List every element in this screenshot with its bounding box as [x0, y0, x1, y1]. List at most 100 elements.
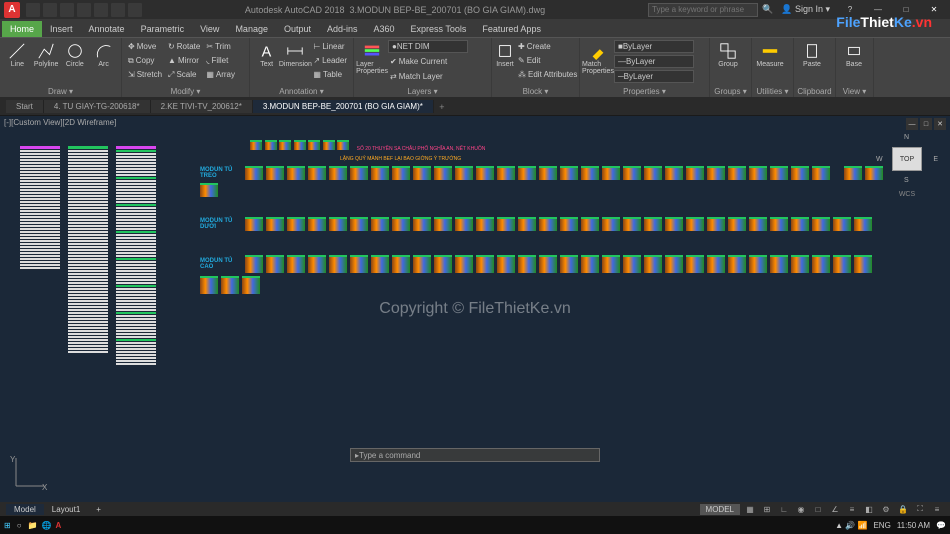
text-button[interactable]: AText	[254, 40, 279, 68]
scale-button[interactable]: ⤢ Scale	[166, 68, 202, 81]
search-input[interactable]	[648, 3, 758, 17]
fillet-button[interactable]: ◟ Fillet	[204, 54, 237, 67]
panel-title-block[interactable]: Block ▾	[492, 87, 579, 96]
workspace-icon[interactable]: ⚙	[879, 503, 893, 515]
dimension-button[interactable]: Dimension	[281, 40, 309, 68]
tray-lang[interactable]: ENG	[873, 521, 890, 530]
tab-parametric[interactable]: Parametric	[133, 21, 193, 37]
lineweight-toggle-icon[interactable]: ≡	[845, 503, 859, 515]
drawing-viewport[interactable]: [-][Custom View][2D Wireframe] — □ ✕ N S…	[0, 116, 950, 502]
vp-maximize[interactable]: □	[920, 118, 932, 130]
layer-properties-button[interactable]: Layer Properties	[358, 40, 386, 75]
status-model-badge[interactable]: MODEL	[700, 504, 740, 515]
insert-button[interactable]: Insert	[496, 40, 514, 68]
panel-title-clipboard[interactable]: Clipboard	[794, 87, 835, 96]
lineweight-dropdown[interactable]: — ByLayer	[614, 55, 694, 68]
tab-a360[interactable]: A360	[366, 21, 403, 37]
tray-clock[interactable]: 11:50 AM	[897, 521, 930, 530]
move-button[interactable]: ✥ Move	[126, 40, 164, 53]
signin-button[interactable]: 👤 Sign In ▾	[777, 4, 834, 15]
taskbar-app-2[interactable]: 🌐	[42, 521, 52, 530]
polyline-button[interactable]: Polyline	[33, 40, 60, 68]
undo-icon[interactable]	[111, 3, 125, 17]
grid-toggle-icon[interactable]: ▦	[743, 503, 757, 515]
transparency-icon[interactable]: ◧	[862, 503, 876, 515]
ortho-toggle-icon[interactable]: ∟	[777, 503, 791, 515]
taskbar-search-icon[interactable]: ○	[17, 521, 22, 530]
layer-dropdown[interactable]: ● NET DIM	[388, 40, 468, 53]
panel-title-annotation[interactable]: Annotation ▾	[250, 87, 353, 96]
add-layout-button[interactable]: +	[88, 504, 109, 515]
vp-minimize[interactable]: —	[906, 118, 918, 130]
new-tab-button[interactable]: +	[434, 102, 450, 112]
open-icon[interactable]	[43, 3, 57, 17]
otrack-toggle-icon[interactable]: ∠	[828, 503, 842, 515]
tab-featured[interactable]: Featured Apps	[474, 21, 549, 37]
osnap-toggle-icon[interactable]: □	[811, 503, 825, 515]
tab-express[interactable]: Express Tools	[403, 21, 475, 37]
polar-toggle-icon[interactable]: ◉	[794, 503, 808, 515]
stretch-button[interactable]: ⇲ Stretch	[126, 68, 164, 81]
viewport-label[interactable]: [-][Custom View][2D Wireframe]	[4, 118, 116, 127]
tab-output[interactable]: Output	[276, 21, 319, 37]
search-icon[interactable]: 🔍	[762, 4, 773, 15]
edit-block-button[interactable]: ✎ Edit	[516, 54, 579, 67]
panel-title-layers[interactable]: Layers ▾	[354, 87, 491, 96]
circle-button[interactable]: Circle	[62, 40, 89, 68]
cube-north[interactable]: N	[904, 134, 909, 141]
plot-icon[interactable]	[94, 3, 108, 17]
tab-addins[interactable]: Add-ins	[319, 21, 366, 37]
taskbar-autocad-icon[interactable]: A	[55, 521, 61, 530]
mirror-button[interactable]: ▲ Mirror	[166, 54, 202, 67]
match-layer-button[interactable]: ⇄ Match Layer	[388, 70, 468, 83]
make-current-button[interactable]: ✔ Make Current	[388, 55, 468, 68]
trim-button[interactable]: ✂ Trim	[204, 40, 237, 53]
linear-button[interactable]: ⊢ Linear	[311, 40, 349, 53]
panel-title-view[interactable]: View ▾	[836, 87, 873, 96]
panel-title-groups[interactable]: Groups ▾	[710, 87, 751, 96]
save-icon[interactable]	[60, 3, 74, 17]
linetype-dropdown[interactable]: ─ ByLayer	[614, 70, 694, 83]
table-button[interactable]: ▦ Table	[311, 68, 349, 81]
saveas-icon[interactable]	[77, 3, 91, 17]
new-icon[interactable]	[26, 3, 40, 17]
annotation-scale-icon[interactable]: 🔒	[896, 503, 910, 515]
customize-icon[interactable]: ≡	[930, 503, 944, 515]
paste-button[interactable]: Paste	[798, 40, 826, 68]
layout1-tab[interactable]: Layout1	[44, 504, 88, 515]
file-tab-1[interactable]: 4. TU GIAY-TG-200618*	[44, 100, 151, 113]
file-tab-2[interactable]: 2.KE TIVI-TV_200612*	[151, 100, 253, 113]
create-block-button[interactable]: ✚ Create	[516, 40, 579, 53]
copy-button[interactable]: ⧉ Copy	[126, 54, 164, 67]
cube-top-face[interactable]: TOP	[892, 147, 922, 171]
taskbar-app-1[interactable]: 📁	[28, 521, 38, 530]
app-logo[interactable]: A	[4, 2, 20, 18]
array-button[interactable]: ▦ Array	[204, 68, 237, 81]
file-tab-start[interactable]: Start	[6, 100, 44, 113]
tray-notifications-icon[interactable]: 💬	[936, 521, 946, 530]
leader-button[interactable]: ↗ Leader	[311, 54, 349, 67]
start-button[interactable]: ⊞	[4, 521, 11, 530]
snap-toggle-icon[interactable]: ⊞	[760, 503, 774, 515]
vp-close[interactable]: ✕	[934, 118, 946, 130]
group-button[interactable]: Group	[714, 40, 742, 68]
tab-home[interactable]: Home	[2, 21, 42, 37]
line-button[interactable]: Line	[4, 40, 31, 68]
color-dropdown[interactable]: ■ ByLayer	[614, 40, 694, 53]
tab-manage[interactable]: Manage	[227, 21, 276, 37]
panel-title-utilities[interactable]: Utilities ▾	[752, 87, 793, 96]
tab-annotate[interactable]: Annotate	[81, 21, 133, 37]
measure-button[interactable]: Measure	[756, 40, 784, 68]
panel-title-modify[interactable]: Modify ▾	[122, 87, 249, 96]
match-props-button[interactable]: Match Properties	[584, 40, 612, 75]
redo-icon[interactable]	[128, 3, 142, 17]
command-line[interactable]: ▸ Type a command	[350, 448, 600, 462]
cube-east[interactable]: E	[933, 156, 938, 163]
base-view-button[interactable]: Base	[840, 40, 868, 68]
panel-title-draw[interactable]: Draw ▾	[0, 87, 121, 96]
clean-screen-icon[interactable]: ⛶	[913, 503, 927, 515]
file-tab-active[interactable]: 3.MODUN BEP-BE_200701 (BO GIA GIAM)*	[253, 100, 434, 113]
tab-insert[interactable]: Insert	[42, 21, 81, 37]
rotate-button[interactable]: ↻ Rotate	[166, 40, 202, 53]
edit-attrs-button[interactable]: ⁂ Edit Attributes	[516, 68, 579, 81]
